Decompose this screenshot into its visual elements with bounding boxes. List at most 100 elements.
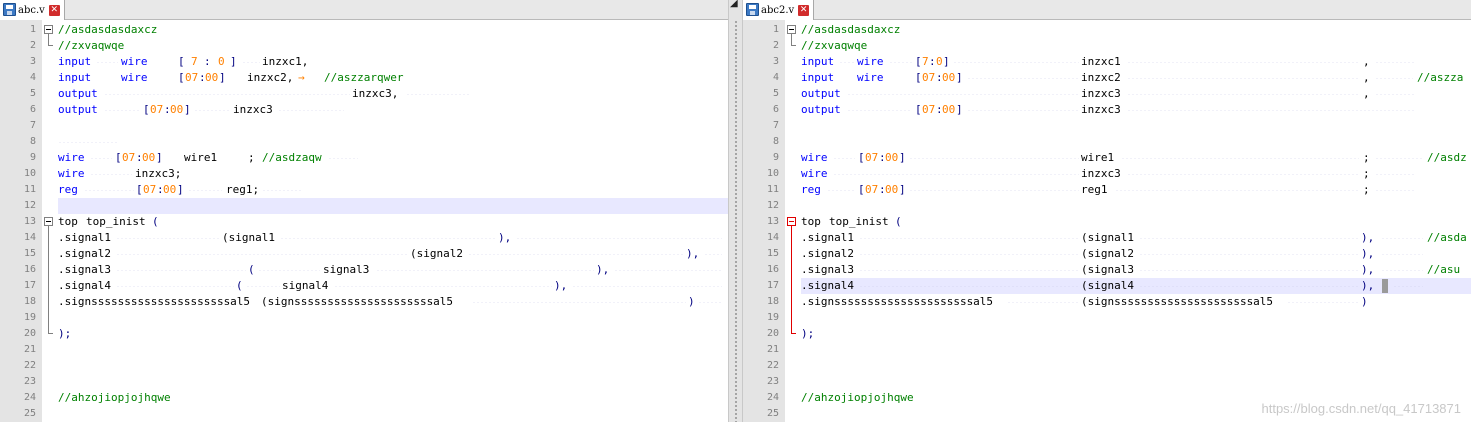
whitespace-dots (839, 62, 855, 63)
whitespace-dots (1375, 62, 1415, 63)
left-editor[interactable]: 1 2 3 4 5 6 7 8 9 10 11 12 13 14 15 16 1… (0, 20, 728, 422)
code-line: //asdasdasdaxcz (801, 22, 1471, 38)
bracket: [ (858, 183, 865, 196)
code-line: wire [ 07 : 00 ] wire1 ; //asdz (801, 150, 1471, 166)
module-name: top (801, 215, 821, 228)
line-number: 14 (766, 232, 779, 243)
port-close: ), (1361, 231, 1375, 244)
tab-abc2-v[interactable]: abc2.v ✕ (743, 0, 815, 20)
identifier: inzxc2 (1081, 71, 1121, 84)
whitespace-dots (1375, 174, 1415, 175)
line-number: 6 (29, 104, 36, 115)
line-number: 20 (23, 328, 36, 339)
line-number: 1 (772, 24, 779, 35)
bracket: [ (915, 71, 922, 84)
whitespace-dots (1375, 94, 1415, 95)
comment-text: //asdzaqw (262, 151, 322, 164)
keyword: wire (857, 71, 884, 84)
code-line: top top_inist ( (58, 214, 728, 230)
line-number: 20 (766, 328, 779, 339)
port-name: .signal2 (58, 247, 111, 260)
fold-end (48, 45, 53, 46)
code-line: //asdasdasdaxcz (58, 22, 728, 38)
whitespace-dots (614, 270, 722, 271)
paren: ( (236, 279, 243, 292)
number: 07 (143, 183, 157, 196)
whitespace-dots (516, 238, 722, 239)
line-number: 3 (29, 56, 36, 67)
comment-text: //zxvaqwqe (58, 39, 125, 52)
comment-text: //asdasdasdaxcz (801, 23, 901, 36)
line-number: 2 (29, 40, 36, 51)
comment-text: //aszza (1417, 71, 1464, 84)
whitespace-dots (262, 190, 302, 191)
whitespace-dots (889, 62, 913, 63)
code-line: reg [ 07 : 00 ] reg1; (58, 182, 728, 198)
line-number: 11 (766, 184, 779, 195)
port-name: .signal4 (58, 279, 111, 292)
number: 7 (922, 55, 929, 68)
bracket: [ (136, 183, 143, 196)
port-name: .signsssssssssssssssssssssal5 (58, 295, 251, 308)
whitespace-dots (472, 302, 686, 303)
line-number: 2 (772, 40, 779, 51)
whitespace-dots (1393, 286, 1423, 287)
fold-line (791, 34, 792, 45)
whitespace-dots (847, 110, 911, 111)
fold-line (791, 226, 792, 333)
tab-arrow: → (298, 71, 305, 84)
number: 00 (142, 151, 156, 164)
whitespace-dots (1381, 270, 1423, 271)
comment-text: //asu (1427, 263, 1461, 276)
number: 00 (170, 103, 184, 116)
line-number: 12 (23, 200, 36, 211)
pane-splitter[interactable]: ◢ (728, 0, 743, 422)
line-number: 9 (29, 152, 36, 163)
line-number: 7 (772, 120, 779, 131)
line-number: 22 (766, 360, 779, 371)
identifier: inzxc3 (233, 103, 273, 116)
code-line: .signal4 ( signal4 ), (58, 278, 728, 294)
number: 00 (942, 103, 956, 116)
left-tab-bar: abc.v ✕ (0, 0, 728, 20)
code-area[interactable]: //asdasdasdaxcz //zxvaqwqe input wire [ … (801, 20, 1471, 422)
right-editor[interactable]: 1 2 3 4 5 6 7 8 9 10 11 12 13 14 15 16 1… (743, 20, 1471, 422)
number: 7 (191, 55, 198, 68)
line-number: 4 (29, 72, 36, 83)
fold-toggle-icon[interactable] (44, 25, 53, 34)
identifier: inzxc3 (1081, 103, 1121, 116)
keyword: wire (121, 55, 148, 68)
whitespace-dots (278, 110, 344, 111)
semicolon: ; (1363, 151, 1370, 164)
number: 00 (885, 151, 899, 164)
close-icon[interactable]: ✕ (48, 4, 60, 16)
line-number: 15 (23, 248, 36, 259)
instance-name: top_inist (86, 215, 146, 228)
fold-toggle-icon[interactable] (44, 217, 53, 226)
tab-abc-v[interactable]: abc.v ✕ (0, 0, 65, 20)
port-name: .signal3 (801, 263, 854, 276)
close-icon[interactable]: ✕ (798, 4, 810, 16)
line-number: 24 (766, 392, 779, 403)
fold-toggle-icon[interactable] (787, 25, 796, 34)
code-line: .signal2 (signal2 ), (58, 246, 728, 262)
keyword: input (801, 55, 835, 68)
whitespace-dots (1287, 302, 1359, 303)
line-number: 18 (766, 296, 779, 307)
whitespace-dots (1139, 270, 1359, 271)
line-number: 17 (766, 280, 779, 291)
comment-text: //ahzojiopjojhqwe (801, 391, 914, 404)
keyword: wire (121, 71, 148, 84)
fold-toggle-icon[interactable] (787, 217, 796, 226)
port-name: .signal3 (58, 263, 111, 276)
whitespace-dots (1375, 158, 1423, 159)
code-line: wire inzxc3; (58, 166, 728, 182)
line-number: 23 (23, 376, 36, 387)
code-line: .signsssssssssssssssssssssal5 (signsssss… (58, 294, 728, 310)
whitespace-dots (1375, 190, 1415, 191)
whitespace-dots (1127, 94, 1359, 95)
port-name: .signal2 (801, 247, 854, 260)
code-line: output [ 07 : 00 ] inzxc3 (801, 102, 1471, 118)
code-area[interactable]: //asdasdasdaxcz //zxvaqwqe input wire [ … (58, 20, 728, 422)
watermark: https://blog.csdn.net/qq_41713871 (1261, 401, 1462, 416)
